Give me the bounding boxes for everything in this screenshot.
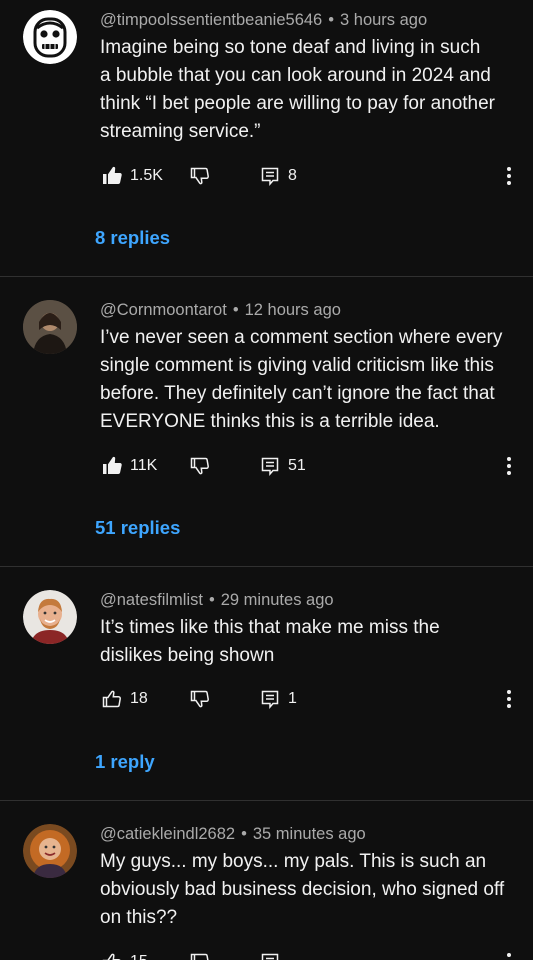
- like-button[interactable]: 11K: [100, 454, 188, 478]
- dislike-button[interactable]: [188, 454, 258, 478]
- avatar[interactable]: [23, 10, 77, 64]
- comment-line: a bubble that you can look around in 202…: [100, 65, 491, 86]
- dislike-button[interactable]: [188, 687, 258, 711]
- comment-meta: @natesfilmlist • 29 minutes ago: [100, 591, 334, 610]
- avatar[interactable]: [23, 824, 77, 878]
- view-replies-link[interactable]: 1 reply: [95, 751, 155, 773]
- more-vertical-icon: [507, 167, 511, 185]
- view-replies-link[interactable]: 8 replies: [95, 227, 170, 249]
- reply-button[interactable]: 1: [258, 687, 297, 711]
- author-handle[interactable]: @catiekleindl2682: [100, 825, 235, 843]
- author-handle[interactable]: @timpoolssentientbeanie5646: [100, 11, 322, 29]
- like-count: 18: [130, 690, 148, 707]
- comment-line: EVERYONE thinks this is a terrible idea.: [100, 411, 440, 432]
- divider: [0, 800, 533, 801]
- thumbs-up-icon: [100, 687, 124, 711]
- comment-meta: @catiekleindl2682 • 35 minutes ago: [100, 825, 366, 844]
- more-vertical-icon: [507, 690, 511, 708]
- timestamp: 29 minutes ago: [220, 591, 334, 609]
- comment-line: Imagine being so tone deaf and living in…: [100, 37, 481, 58]
- comment-line: on this??: [100, 907, 178, 928]
- avatar[interactable]: [23, 590, 77, 644]
- reply-comment-icon: [258, 454, 282, 478]
- like-button[interactable]: 15: [100, 950, 188, 960]
- comment-meta: @timpoolssentientbeanie5646 • 3 hours ago: [100, 11, 427, 30]
- comment-actions: 11K 51: [100, 454, 306, 478]
- comment-line: single comment is giving valid criticism…: [100, 355, 494, 376]
- like-button[interactable]: 1.5K: [100, 164, 188, 188]
- comment-text: My guys... my boys... my pals. This is s…: [100, 848, 520, 932]
- view-replies-link[interactable]: 51 replies: [95, 517, 180, 539]
- dislike-button[interactable]: [188, 164, 258, 188]
- reply-count: 1: [288, 690, 297, 707]
- more-options-button[interactable]: [497, 454, 521, 478]
- comment-line: dislikes being shown: [100, 645, 275, 666]
- more-options-button[interactable]: [497, 950, 521, 960]
- reply-button[interactable]: 51: [258, 454, 306, 478]
- divider: [0, 276, 533, 277]
- more-options-button[interactable]: [497, 687, 521, 711]
- reply-comment-icon: [258, 687, 282, 711]
- reply-comment-icon: [258, 950, 282, 960]
- timestamp: 12 hours ago: [244, 301, 341, 319]
- thumbs-up-icon: [100, 164, 124, 188]
- thumbs-up-icon: [100, 454, 124, 478]
- comment-actions: 18 1: [100, 687, 297, 711]
- reply-count: 8: [288, 167, 297, 184]
- reply-comment-icon: [258, 164, 282, 188]
- thumbs-up-icon: [100, 950, 124, 960]
- comment-line: It’s times like this that make me miss t…: [100, 617, 440, 638]
- timestamp: 35 minutes ago: [252, 825, 366, 843]
- more-options-button[interactable]: [497, 164, 521, 188]
- divider: [0, 566, 533, 567]
- more-vertical-icon: [507, 457, 511, 475]
- comment-line: I’ve never seen a comment section where …: [100, 327, 503, 348]
- reply-button[interactable]: [258, 950, 282, 960]
- separator-dot: •: [328, 11, 335, 29]
- like-button[interactable]: 18: [100, 687, 188, 711]
- thumbs-down-icon: [188, 950, 212, 960]
- like-count: 1.5K: [130, 167, 163, 184]
- separator-dot: •: [208, 591, 215, 609]
- comment-actions: 15: [100, 950, 282, 960]
- comment-line: think “I bet people are willing to pay f…: [100, 93, 496, 114]
- thumbs-down-icon: [188, 687, 212, 711]
- thumbs-down-icon: [188, 164, 212, 188]
- comment-meta: @Cornmoontarot • 12 hours ago: [100, 301, 341, 320]
- separator-dot: •: [241, 825, 247, 843]
- comment-line: obviously bad business decision, who sig…: [100, 879, 505, 900]
- like-count: 15: [130, 953, 148, 960]
- author-handle[interactable]: @natesfilmlist: [100, 591, 203, 609]
- comment-line: before. They definitely can’t ignore the…: [100, 383, 495, 404]
- comment-text: I’ve never seen a comment section where …: [100, 324, 520, 436]
- reply-button[interactable]: 8: [258, 164, 297, 188]
- timestamp: 3 hours ago: [340, 11, 428, 29]
- comment-line: My guys... my boys... my pals. This is s…: [100, 851, 487, 872]
- thumbs-down-icon: [188, 454, 212, 478]
- comment-text: Imagine being so tone deaf and living in…: [100, 34, 520, 146]
- avatar[interactable]: [23, 300, 77, 354]
- author-handle[interactable]: @Cornmoontarot: [100, 301, 227, 319]
- separator-dot: •: [232, 301, 239, 319]
- comment-actions: 1.5K 8: [100, 164, 297, 188]
- more-vertical-icon: [507, 953, 511, 957]
- reply-count: 51: [288, 457, 306, 474]
- comment-text: It’s times like this that make me miss t…: [100, 614, 520, 670]
- comment-line: streaming service.”: [100, 121, 261, 142]
- like-count: 11K: [130, 457, 158, 474]
- dislike-button[interactable]: [188, 950, 258, 960]
